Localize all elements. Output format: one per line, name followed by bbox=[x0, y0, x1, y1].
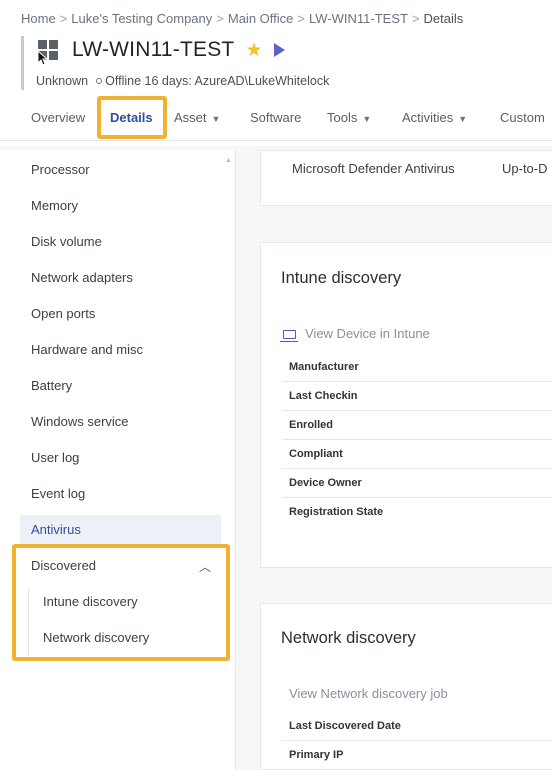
sidebar-item-event-log[interactable]: Event log bbox=[31, 486, 85, 501]
tab-tools[interactable]: Tools ▼ bbox=[327, 110, 371, 125]
breadcrumb-separator: > bbox=[59, 11, 68, 26]
device-status: Unknown Offline 16 days: AzureAD\LukeWhit… bbox=[36, 74, 329, 88]
offline-status-icon bbox=[96, 78, 103, 84]
page-header: Home > Luke's Testing Company > Main Office >… bbox=[0, 0, 552, 146]
sidebar-item-network-adapters[interactable]: Network adapters bbox=[31, 270, 133, 285]
field-label: Device Owner bbox=[289, 477, 362, 489]
tab-software[interactable]: Software bbox=[250, 110, 301, 125]
breadcrumb: Home > Luke's Testing Company > Main Office >… bbox=[21, 11, 463, 26]
sidebar-item-processor[interactable]: Processor bbox=[31, 162, 90, 177]
breadcrumb-separator: > bbox=[216, 11, 224, 26]
antivirus-product: Microsoft Defender Antivirus bbox=[292, 161, 455, 176]
breadcrumb-device[interactable]: LW-WIN11-TEST bbox=[309, 11, 408, 26]
sidebar-item-battery[interactable]: Battery bbox=[31, 378, 72, 393]
status-detail: Offline 16 days: AzureAD\LukeWhitelock bbox=[105, 74, 330, 88]
breadcrumb-separator: > bbox=[411, 11, 420, 26]
field-label: Primary IP bbox=[289, 749, 344, 761]
tab-bar: Overview Details Asset ▼ Software Tools ▼ … bbox=[0, 100, 552, 136]
laptop-icon bbox=[280, 330, 298, 342]
chevron-down-icon: ▼ bbox=[362, 114, 372, 124]
view-device-in-intune-link[interactable]: View Device in Intune bbox=[280, 326, 430, 342]
breadcrumb-home[interactable]: Home bbox=[21, 11, 56, 26]
field-label: Last Checkin bbox=[289, 390, 358, 402]
breadcrumb-company[interactable]: Luke's Testing Company bbox=[71, 11, 212, 26]
tab-overview[interactable]: Overview bbox=[31, 110, 85, 125]
star-icon[interactable]: ★ bbox=[245, 39, 262, 62]
sidebar-item-memory[interactable]: Memory bbox=[31, 198, 78, 213]
annotation-highlight-details-tab bbox=[97, 96, 167, 139]
intune-field-row: Manufacturer bbox=[282, 353, 552, 382]
network-field-row: Primary IP bbox=[282, 741, 552, 770]
breadcrumb-current: Details bbox=[423, 11, 464, 26]
tab-bar-divider bbox=[0, 140, 552, 141]
view-network-discovery-job-link[interactable]: View Network discovery job bbox=[289, 686, 448, 701]
tab-custom[interactable]: Custom bbox=[500, 110, 545, 125]
intune-field-row: Registration State bbox=[282, 498, 552, 527]
scroll-up-icon[interactable]: ▲ bbox=[225, 157, 232, 164]
tab-activities[interactable]: Activities ▼ bbox=[402, 110, 467, 125]
breadcrumb-separator: > bbox=[297, 11, 305, 26]
field-label: Enrolled bbox=[289, 419, 334, 431]
annotation-highlight-discovered-group bbox=[12, 544, 230, 661]
chevron-down-icon: ▼ bbox=[458, 114, 468, 124]
field-label: Last Discovered Date bbox=[289, 720, 401, 732]
intune-field-row: Enrolled bbox=[282, 411, 552, 440]
sidebar-item-hardware-misc[interactable]: Hardware and misc bbox=[31, 342, 143, 357]
page-title: LW-WIN11-TEST bbox=[72, 38, 235, 61]
device-title-row: LW-WIN11-TEST ★ bbox=[38, 38, 285, 62]
intune-field-row: Device Owner bbox=[282, 469, 552, 498]
mouse-cursor-icon bbox=[37, 50, 48, 66]
intune-field-row: Compliant bbox=[282, 440, 552, 469]
antivirus-status: Up-to-D bbox=[502, 161, 548, 176]
breadcrumb-site[interactable]: Main Office bbox=[228, 11, 294, 26]
sidebar-item-antivirus[interactable]: Antivirus bbox=[31, 522, 81, 537]
play-icon[interactable] bbox=[273, 43, 285, 57]
chevron-down-icon: ▼ bbox=[211, 114, 221, 124]
sidebar-item-user-log[interactable]: User log bbox=[31, 450, 79, 465]
field-label: Compliant bbox=[289, 448, 343, 460]
intune-section-title: Intune discovery bbox=[281, 269, 402, 287]
sidebar-item-open-ports[interactable]: Open ports bbox=[31, 306, 95, 321]
field-label: Manufacturer bbox=[289, 361, 359, 373]
intune-field-row: Last Checkin bbox=[282, 382, 552, 411]
network-field-row: Last Discovered Date bbox=[282, 712, 552, 741]
network-discovery-section-title: Network discovery bbox=[281, 629, 416, 647]
field-label: Registration State bbox=[289, 506, 384, 518]
sidebar-item-disk-volume[interactable]: Disk volume bbox=[31, 234, 102, 249]
sidebar-item-windows-service[interactable]: Windows service bbox=[31, 414, 129, 429]
title-accent-bar bbox=[21, 36, 24, 90]
antivirus-card bbox=[260, 150, 552, 206]
status-prefix: Unknown bbox=[36, 74, 89, 88]
tab-asset[interactable]: Asset ▼ bbox=[174, 110, 220, 125]
